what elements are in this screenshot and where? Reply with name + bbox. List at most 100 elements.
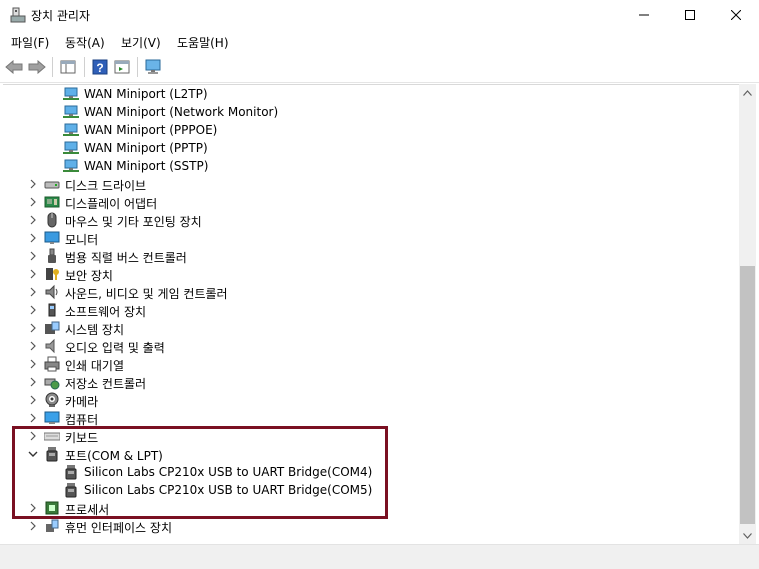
speaker-icon xyxy=(44,284,60,300)
storage-controller-icon xyxy=(44,374,60,390)
vertical-scrollbar[interactable] xyxy=(739,84,756,544)
toolbar-separator xyxy=(52,57,53,77)
menu-help[interactable]: 도움말(H) xyxy=(177,34,229,51)
tree-category-item[interactable]: 컴퓨터 xyxy=(3,409,739,427)
chevron-down-icon xyxy=(743,532,752,539)
expand-chevron-icon[interactable] xyxy=(28,178,38,190)
tree-category-item[interactable]: 시스템 장치 xyxy=(3,319,739,337)
expand-chevron-icon[interactable] xyxy=(28,340,38,352)
tree-category-item[interactable]: 오디오 입력 및 출력 xyxy=(3,337,739,355)
expand-chevron-icon[interactable] xyxy=(28,358,38,370)
tree-device-item[interactable]: WAN Miniport (L2TP) xyxy=(3,85,739,103)
monitor-icon xyxy=(44,230,60,246)
expand-chevron-icon[interactable] xyxy=(28,394,38,406)
expand-chevron-icon[interactable] xyxy=(28,412,38,424)
back-arrow-icon xyxy=(5,60,23,74)
title-bar[interactable]: 장치 관리자 xyxy=(0,0,759,30)
usb-icon xyxy=(44,248,60,264)
scan-monitor-icon xyxy=(145,59,161,74)
tree-category-item[interactable]: 디스크 드라이브 xyxy=(3,175,739,193)
tree-device-item[interactable]: WAN Miniport (Network Monitor) xyxy=(3,103,739,121)
expand-chevron-icon[interactable] xyxy=(28,322,38,334)
tree-item-label: 범용 직렬 버스 컨트롤러 xyxy=(65,251,187,265)
maximize-button[interactable] xyxy=(667,0,713,30)
expand-chevron-icon[interactable] xyxy=(28,268,38,280)
expand-chevron-icon[interactable] xyxy=(28,232,38,244)
tree-item-label: 모니터 xyxy=(65,233,99,247)
tree-category-item[interactable]: 인쇄 대기열 xyxy=(3,355,739,373)
minimize-button[interactable] xyxy=(621,0,667,30)
expand-chevron-icon[interactable] xyxy=(28,250,38,262)
back-button[interactable] xyxy=(4,57,24,77)
tree-category-item[interactable]: 디스플레이 어댑터 xyxy=(3,193,739,211)
svg-text:?: ? xyxy=(96,61,103,75)
tree-device-item[interactable]: WAN Miniport (SSTP) xyxy=(3,157,739,175)
display-adapter-icon xyxy=(44,194,60,210)
menu-file[interactable]: 파일(F) xyxy=(11,34,49,51)
action-pane-icon xyxy=(114,60,130,74)
scroll-up-button[interactable] xyxy=(739,84,756,101)
action-pane-button[interactable] xyxy=(112,57,132,77)
forward-arrow-icon xyxy=(28,60,46,74)
tree-item-label: WAN Miniport (PPTP) xyxy=(84,141,208,155)
menu-action[interactable]: 동작(A) xyxy=(65,34,105,51)
scan-hardware-button[interactable] xyxy=(143,57,163,77)
expand-chevron-icon[interactable] xyxy=(28,376,38,388)
tree-item-label: 오디오 입력 및 출력 xyxy=(65,341,165,355)
maximize-icon xyxy=(685,10,695,20)
help-button[interactable]: ? xyxy=(90,57,110,77)
system-device-icon xyxy=(44,320,60,336)
network-adapter-icon xyxy=(63,158,79,174)
expand-chevron-icon[interactable] xyxy=(28,520,38,532)
tree-category-item[interactable]: 보안 장치 xyxy=(3,265,739,283)
network-adapter-icon xyxy=(63,104,79,120)
tree-item-label: WAN Miniport (L2TP) xyxy=(84,87,208,101)
tree-device-item[interactable]: WAN Miniport (PPPOE) xyxy=(3,121,739,139)
tree-category-item[interactable]: 저장소 컨트롤러 xyxy=(3,373,739,391)
disk-drive-icon xyxy=(44,176,60,192)
tree-item-label: 디스크 드라이브 xyxy=(65,179,147,193)
menu-bar: 파일(F) 동작(A) 보기(V) 도움말(H) xyxy=(0,30,759,52)
tree-item-label: 소프트웨어 장치 xyxy=(65,305,147,319)
tree-category-item[interactable]: 사운드, 비디오 및 게임 컨트롤러 xyxy=(3,283,739,301)
tree-category-item[interactable]: 카메라 xyxy=(3,391,739,409)
network-adapter-icon xyxy=(63,122,79,138)
toolbar-separator xyxy=(137,57,138,77)
expand-chevron-icon[interactable] xyxy=(28,286,38,298)
show-hide-console-tree-button[interactable] xyxy=(58,57,78,77)
tree-category-item[interactable]: 소프트웨어 장치 xyxy=(3,301,739,319)
tree-item-label: 휴먼 인터페이스 장치 xyxy=(65,521,172,535)
scroll-down-button[interactable] xyxy=(739,527,756,544)
scrollbar-thumb[interactable] xyxy=(740,266,755,524)
help-icon: ? xyxy=(92,59,108,75)
expand-chevron-icon[interactable] xyxy=(28,214,38,226)
expand-chevron-icon[interactable] xyxy=(28,196,38,208)
tree-item-label: 카메라 xyxy=(65,395,99,409)
tree-item-label: WAN Miniport (PPPOE) xyxy=(84,123,218,137)
audio-io-icon xyxy=(44,338,60,354)
network-adapter-icon xyxy=(63,140,79,156)
tree-item-label: WAN Miniport (SSTP) xyxy=(84,159,209,173)
toolbar-separator xyxy=(84,57,85,77)
forward-button[interactable] xyxy=(27,57,47,77)
mouse-icon xyxy=(44,212,60,228)
annotation-highlight-box xyxy=(12,426,388,519)
hid-icon xyxy=(44,518,60,534)
tree-category-item[interactable]: 모니터 xyxy=(3,229,739,247)
tree-item-label: 마우스 및 기타 포인팅 장치 xyxy=(65,215,202,229)
status-bar xyxy=(0,544,759,569)
tree-device-item[interactable]: WAN Miniport (PPTP) xyxy=(3,139,739,157)
chevron-up-icon xyxy=(743,89,752,96)
tree-category-item[interactable]: 휴먼 인터페이스 장치 xyxy=(3,517,739,535)
device-manager-window: 장치 관리자 파일(F) 동작(A) 보기(V) 도움말(H) ? WAN Mi… xyxy=(0,0,759,569)
tree-category-item[interactable]: 마우스 및 기타 포인팅 장치 xyxy=(3,211,739,229)
console-tree-icon xyxy=(60,60,76,74)
menu-view[interactable]: 보기(V) xyxy=(121,34,161,51)
tree-item-label: 인쇄 대기열 xyxy=(65,359,125,373)
tree-item-label: 저장소 컨트롤러 xyxy=(65,377,147,391)
tree-item-label: 사운드, 비디오 및 게임 컨트롤러 xyxy=(65,287,228,301)
close-button[interactable] xyxy=(713,0,759,30)
minimize-icon xyxy=(639,14,649,16)
expand-chevron-icon[interactable] xyxy=(28,304,38,316)
tree-category-item[interactable]: 범용 직렬 버스 컨트롤러 xyxy=(3,247,739,265)
